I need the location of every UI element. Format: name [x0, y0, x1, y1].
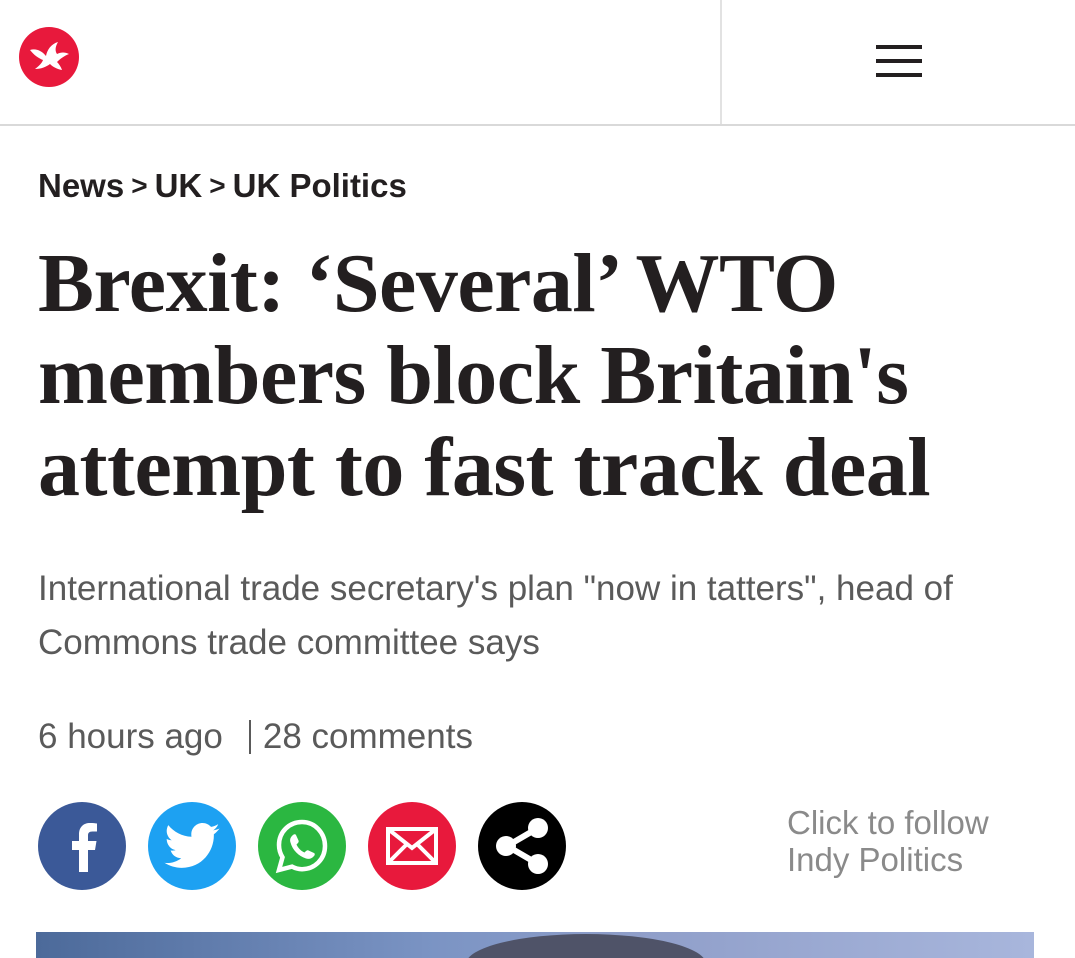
breadcrumb-news[interactable]: News	[38, 167, 124, 205]
article-standfirst: International trade secretary's plan "no…	[38, 569, 953, 662]
follow-indy-politics-link[interactable]: Click to follow Indy Politics	[787, 804, 1047, 878]
follow-line-2: Indy Politics	[787, 841, 964, 878]
independent-eagle-logo-icon	[19, 27, 79, 87]
follow-line-1: Click to follow	[787, 804, 989, 841]
meta-divider	[248, 720, 251, 754]
share-icon	[496, 818, 548, 874]
breadcrumb-uk[interactable]: UK	[155, 167, 203, 205]
whatsapp-share-button[interactable]	[258, 802, 346, 890]
hamburger-menu-icon	[875, 45, 922, 77]
site-logo-link[interactable]	[18, 26, 80, 88]
menu-button[interactable]	[722, 0, 1075, 124]
breadcrumb: News > UK > UK Politics	[38, 164, 407, 208]
article-hero-image	[36, 932, 1034, 958]
site-header	[0, 0, 1075, 126]
article-meta: 6 hours ago 28 comments	[38, 712, 473, 762]
twitter-share-button[interactable]	[148, 802, 236, 890]
comments-link[interactable]: 28 comments	[263, 717, 473, 757]
breadcrumb-separator: >	[209, 170, 226, 201]
hero-image-subject	[466, 934, 706, 958]
whatsapp-icon	[275, 819, 328, 874]
facebook-icon	[72, 823, 97, 872]
publish-time: 6 hours ago	[38, 717, 223, 756]
facebook-share-button[interactable]	[38, 802, 126, 890]
more-share-button[interactable]	[478, 802, 566, 890]
breadcrumb-uk-politics[interactable]: UK Politics	[233, 167, 407, 205]
twitter-icon	[164, 823, 220, 868]
breadcrumb-separator: >	[131, 170, 148, 201]
email-share-button[interactable]	[368, 802, 456, 890]
article-headline: Brexit: ‘Several’ WTO members block Brit…	[38, 237, 931, 514]
email-icon	[386, 827, 438, 865]
share-buttons	[38, 802, 588, 892]
